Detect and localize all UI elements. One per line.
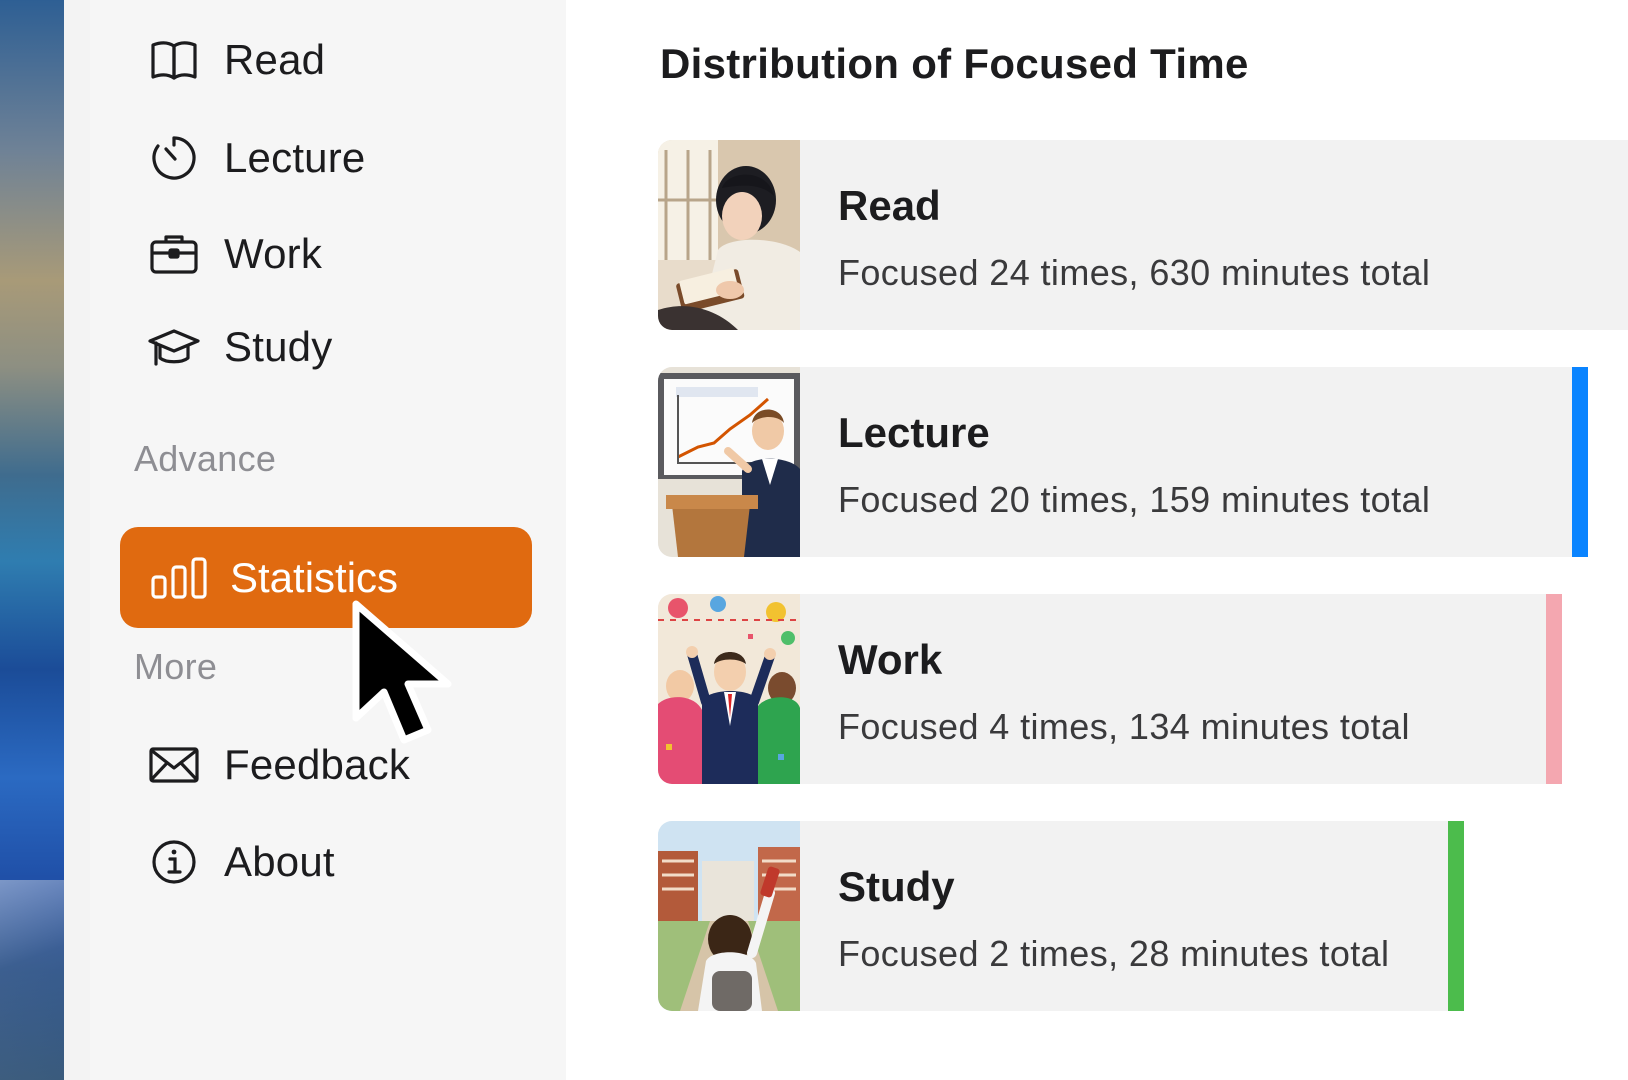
- sidebar-item-label: Study: [224, 323, 333, 370]
- sidebar-panel: Read Lecture Work Study Advance Statisti…: [90, 0, 566, 1080]
- section-title-more: More: [134, 646, 218, 687]
- card-title: Lecture: [838, 409, 990, 456]
- focus-card-work[interactable]: Work Focused 4 times, 134 minutes total: [658, 594, 1562, 784]
- sidebar-item-label: Work: [224, 230, 323, 277]
- graduation-cap-icon: [146, 319, 202, 375]
- card-subtitle: Focused 4 times, 134 minutes total: [838, 706, 1410, 747]
- section-title-advance: Advance: [134, 438, 277, 479]
- study-thumbnail: [658, 821, 800, 1011]
- card-text: Lecture Focused 20 times, 159 minutes to…: [800, 367, 1430, 557]
- bar-chart-icon: [150, 550, 210, 606]
- book-icon: [146, 32, 202, 88]
- sidebar-item-read[interactable]: Read: [146, 28, 325, 92]
- sidebar-item-label: Read: [224, 36, 326, 83]
- sidebar-item-statistics[interactable]: Statistics: [120, 527, 532, 628]
- sidebar-item-lecture[interactable]: Lecture: [146, 126, 366, 190]
- lecture-thumbnail: [658, 367, 800, 557]
- info-icon: [146, 834, 202, 890]
- sidebar-item-label: Statistics: [230, 553, 399, 601]
- mouse-pointer-icon: [352, 600, 452, 744]
- briefcase-icon: [146, 226, 202, 282]
- card-text: Read Focused 24 times, 630 minutes total: [800, 140, 1430, 330]
- main-content: Distribution of Focused Time Read Focuse…: [566, 0, 1628, 1080]
- focus-card-study[interactable]: Study Focused 2 times, 28 minutes total: [658, 821, 1464, 1011]
- progress-bar-lecture: [1572, 367, 1588, 557]
- progress-bar-work: [1546, 594, 1562, 784]
- progress-bar-study: [1448, 821, 1464, 1011]
- focus-card-read[interactable]: Read Focused 24 times, 630 minutes total: [658, 140, 1628, 330]
- desktop-wallpaper: [0, 0, 64, 1080]
- work-thumbnail: [658, 594, 800, 784]
- envelope-icon: [146, 737, 202, 793]
- sidebar-item-label: About: [224, 838, 335, 885]
- sidebar-item-work[interactable]: Work: [146, 222, 322, 286]
- app-window: Read Lecture Work Study Advance Statisti…: [0, 0, 1628, 1080]
- card-subtitle: Focused 24 times, 630 minutes total: [838, 252, 1431, 293]
- card-title: Study: [838, 863, 955, 910]
- sidebar: Read Lecture Work Study Advance Statisti…: [64, 0, 566, 1080]
- sidebar-item-study[interactable]: Study: [146, 315, 332, 379]
- focus-card-lecture[interactable]: Lecture Focused 20 times, 159 minutes to…: [658, 367, 1588, 557]
- card-subtitle: Focused 20 times, 159 minutes total: [838, 479, 1431, 520]
- timer-icon: [146, 130, 202, 186]
- card-text: Work Focused 4 times, 134 minutes total: [800, 594, 1410, 784]
- sidebar-item-about[interactable]: About: [146, 830, 335, 894]
- read-thumbnail: [658, 140, 800, 330]
- card-subtitle: Focused 2 times, 28 minutes total: [838, 933, 1390, 974]
- card-text: Study Focused 2 times, 28 minutes total: [800, 821, 1389, 1011]
- card-title: Read: [838, 182, 941, 229]
- page-title: Distribution of Focused Time: [660, 40, 1249, 87]
- card-title: Work: [838, 636, 943, 683]
- sidebar-item-label: Lecture: [224, 134, 366, 181]
